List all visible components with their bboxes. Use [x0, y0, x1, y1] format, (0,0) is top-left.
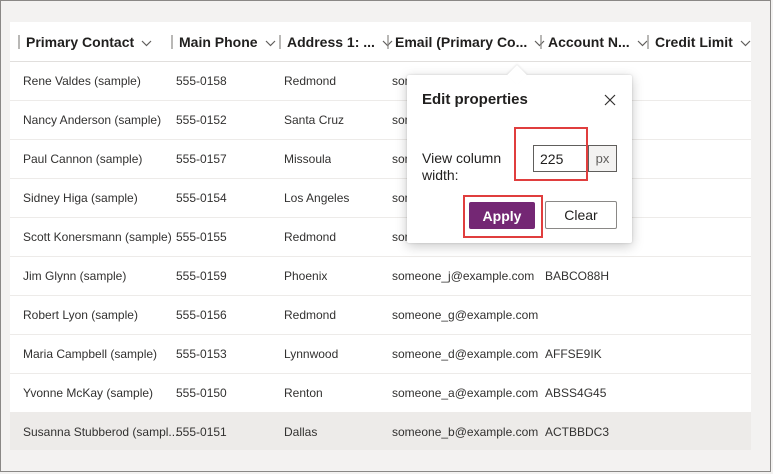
cell-email: someone_a@example.com: [392, 386, 539, 400]
cell-email: someone_d@example.com: [392, 347, 539, 361]
table-row[interactable]: Maria Campbell (sample) 555-0153 Lynnwood s…: [10, 335, 751, 374]
cell-main-phone: 555-0155: [176, 230, 227, 244]
table-row[interactable]: Rene Valdes (sample) 555-0158 Redmond som: [10, 62, 751, 101]
table-row[interactable]: Susanna Stubberod (sampl... 555-0151 Dalla…: [10, 413, 751, 450]
table-row[interactable]: Nancy Anderson (sample) 555-0152 Santa Cru…: [10, 101, 751, 140]
cell-address-city: Missoula: [284, 152, 332, 166]
column-resize-handle[interactable]: [18, 35, 20, 49]
cell-email: someone_j@example.com: [392, 269, 535, 283]
column-header-account-number[interactable]: Account N...: [540, 22, 648, 62]
cell-primary-contact: Sidney Higa (sample): [23, 191, 138, 205]
cell-primary-contact: Susanna Stubberod (sampl...: [23, 425, 179, 439]
popup-title: Edit properties: [422, 91, 528, 108]
edit-properties-popup: Edit properties View column width: px Ap…: [407, 65, 632, 243]
column-width-input[interactable]: [533, 145, 589, 172]
apply-button[interactable]: Apply: [469, 202, 535, 229]
cell-main-phone: 555-0152: [176, 113, 227, 127]
cell-main-phone: 555-0158: [176, 74, 227, 88]
chevron-down-icon[interactable]: [141, 34, 152, 50]
cell-primary-contact: Robert Lyon (sample): [23, 308, 138, 322]
column-header-label: Email (Primary Co...: [395, 34, 528, 50]
cell-address-city: Redmond: [284, 230, 337, 244]
cell-address-city: Phoenix: [284, 269, 328, 283]
table-row[interactable]: Scott Konersmann (sample) 555-0155 Redmond…: [10, 218, 751, 257]
cell-primary-contact: Paul Cannon (sample): [23, 152, 143, 166]
column-resize-handle[interactable]: [540, 35, 542, 49]
cell-main-phone: 555-0151: [176, 425, 227, 439]
cell-main-phone: 555-0153: [176, 347, 227, 361]
cell-address-city: Renton: [284, 386, 323, 400]
column-header-label: Account N...: [548, 34, 630, 50]
unit-suffix: px: [589, 145, 617, 172]
column-width-label: View column width:: [422, 150, 502, 183]
cell-address-city: Los Angeles: [284, 191, 350, 205]
table-row[interactable]: Jim Glynn (sample) 555-0159 Phoenix someone…: [10, 257, 751, 296]
chevron-down-icon[interactable]: [265, 34, 276, 50]
cell-main-phone: 555-0157: [176, 152, 227, 166]
cell-address-city: Santa Cruz: [284, 113, 345, 127]
chevron-down-icon[interactable]: [740, 34, 751, 50]
cell-primary-contact: Nancy Anderson (sample): [23, 113, 162, 127]
column-resize-handle[interactable]: [171, 35, 173, 49]
cell-email: someone_g@example.com: [392, 308, 539, 322]
cell-main-phone: 555-0150: [176, 386, 227, 400]
cell-primary-contact: Scott Konersmann (sample): [23, 230, 172, 244]
cell-main-phone: 555-0156: [176, 308, 227, 322]
column-header-main-phone[interactable]: Main Phone: [171, 22, 276, 62]
column-header-credit-limit[interactable]: Credit Limit: [647, 22, 751, 62]
close-icon[interactable]: [603, 93, 617, 107]
cell-address-city: Redmond: [284, 308, 337, 322]
column-resize-handle[interactable]: [279, 35, 281, 49]
column-resize-handle[interactable]: [387, 35, 389, 49]
cell-account-number: ACTBBDC3: [545, 425, 610, 439]
table-row[interactable]: Sidney Higa (sample) 555-0154 Los Angeles s…: [10, 179, 751, 218]
cell-address-city: Dallas: [284, 425, 318, 439]
cell-account-number: ABSS4G45: [545, 386, 607, 400]
cell-primary-contact: Yvonne McKay (sample): [23, 386, 154, 400]
clear-button[interactable]: Clear: [545, 201, 617, 229]
table-row[interactable]: Yvonne McKay (sample) 555-0150 Renton someo…: [10, 374, 751, 413]
grid-header: Primary Contact Main Phone Address 1: ..…: [10, 22, 751, 62]
cell-primary-contact: Maria Campbell (sample): [23, 347, 158, 361]
cell-account-number: BABCO88H: [545, 269, 610, 283]
column-header-label: Address 1: ...: [287, 34, 375, 50]
accounts-grid: Primary Contact Main Phone Address 1: ..…: [10, 22, 751, 450]
cell-main-phone: 555-0154: [176, 191, 227, 205]
cell-address-city: Redmond: [284, 74, 337, 88]
cell-primary-contact: Rene Valdes (sample): [23, 74, 141, 88]
cell-primary-contact: Jim Glynn (sample): [23, 269, 127, 283]
table-row[interactable]: Robert Lyon (sample) 555-0156 Redmond someo…: [10, 296, 751, 335]
column-header-address[interactable]: Address 1: ...: [279, 22, 393, 62]
column-header-label: Credit Limit: [655, 34, 733, 50]
column-header-email[interactable]: Email (Primary Co...: [387, 22, 545, 62]
column-resize-handle[interactable]: [647, 35, 649, 49]
cell-account-number: AFFSE9IK: [545, 347, 602, 361]
cell-email: someone_b@example.com: [392, 425, 539, 439]
column-header-label: Primary Contact: [26, 34, 135, 50]
cell-address-city: Lynnwood: [284, 347, 339, 361]
column-header-label: Main Phone: [179, 34, 258, 50]
table-row[interactable]: Paul Cannon (sample) 555-0157 Missoula som: [10, 140, 751, 179]
cell-main-phone: 555-0159: [176, 269, 227, 283]
column-header-primary-contact[interactable]: Primary Contact: [18, 22, 152, 62]
